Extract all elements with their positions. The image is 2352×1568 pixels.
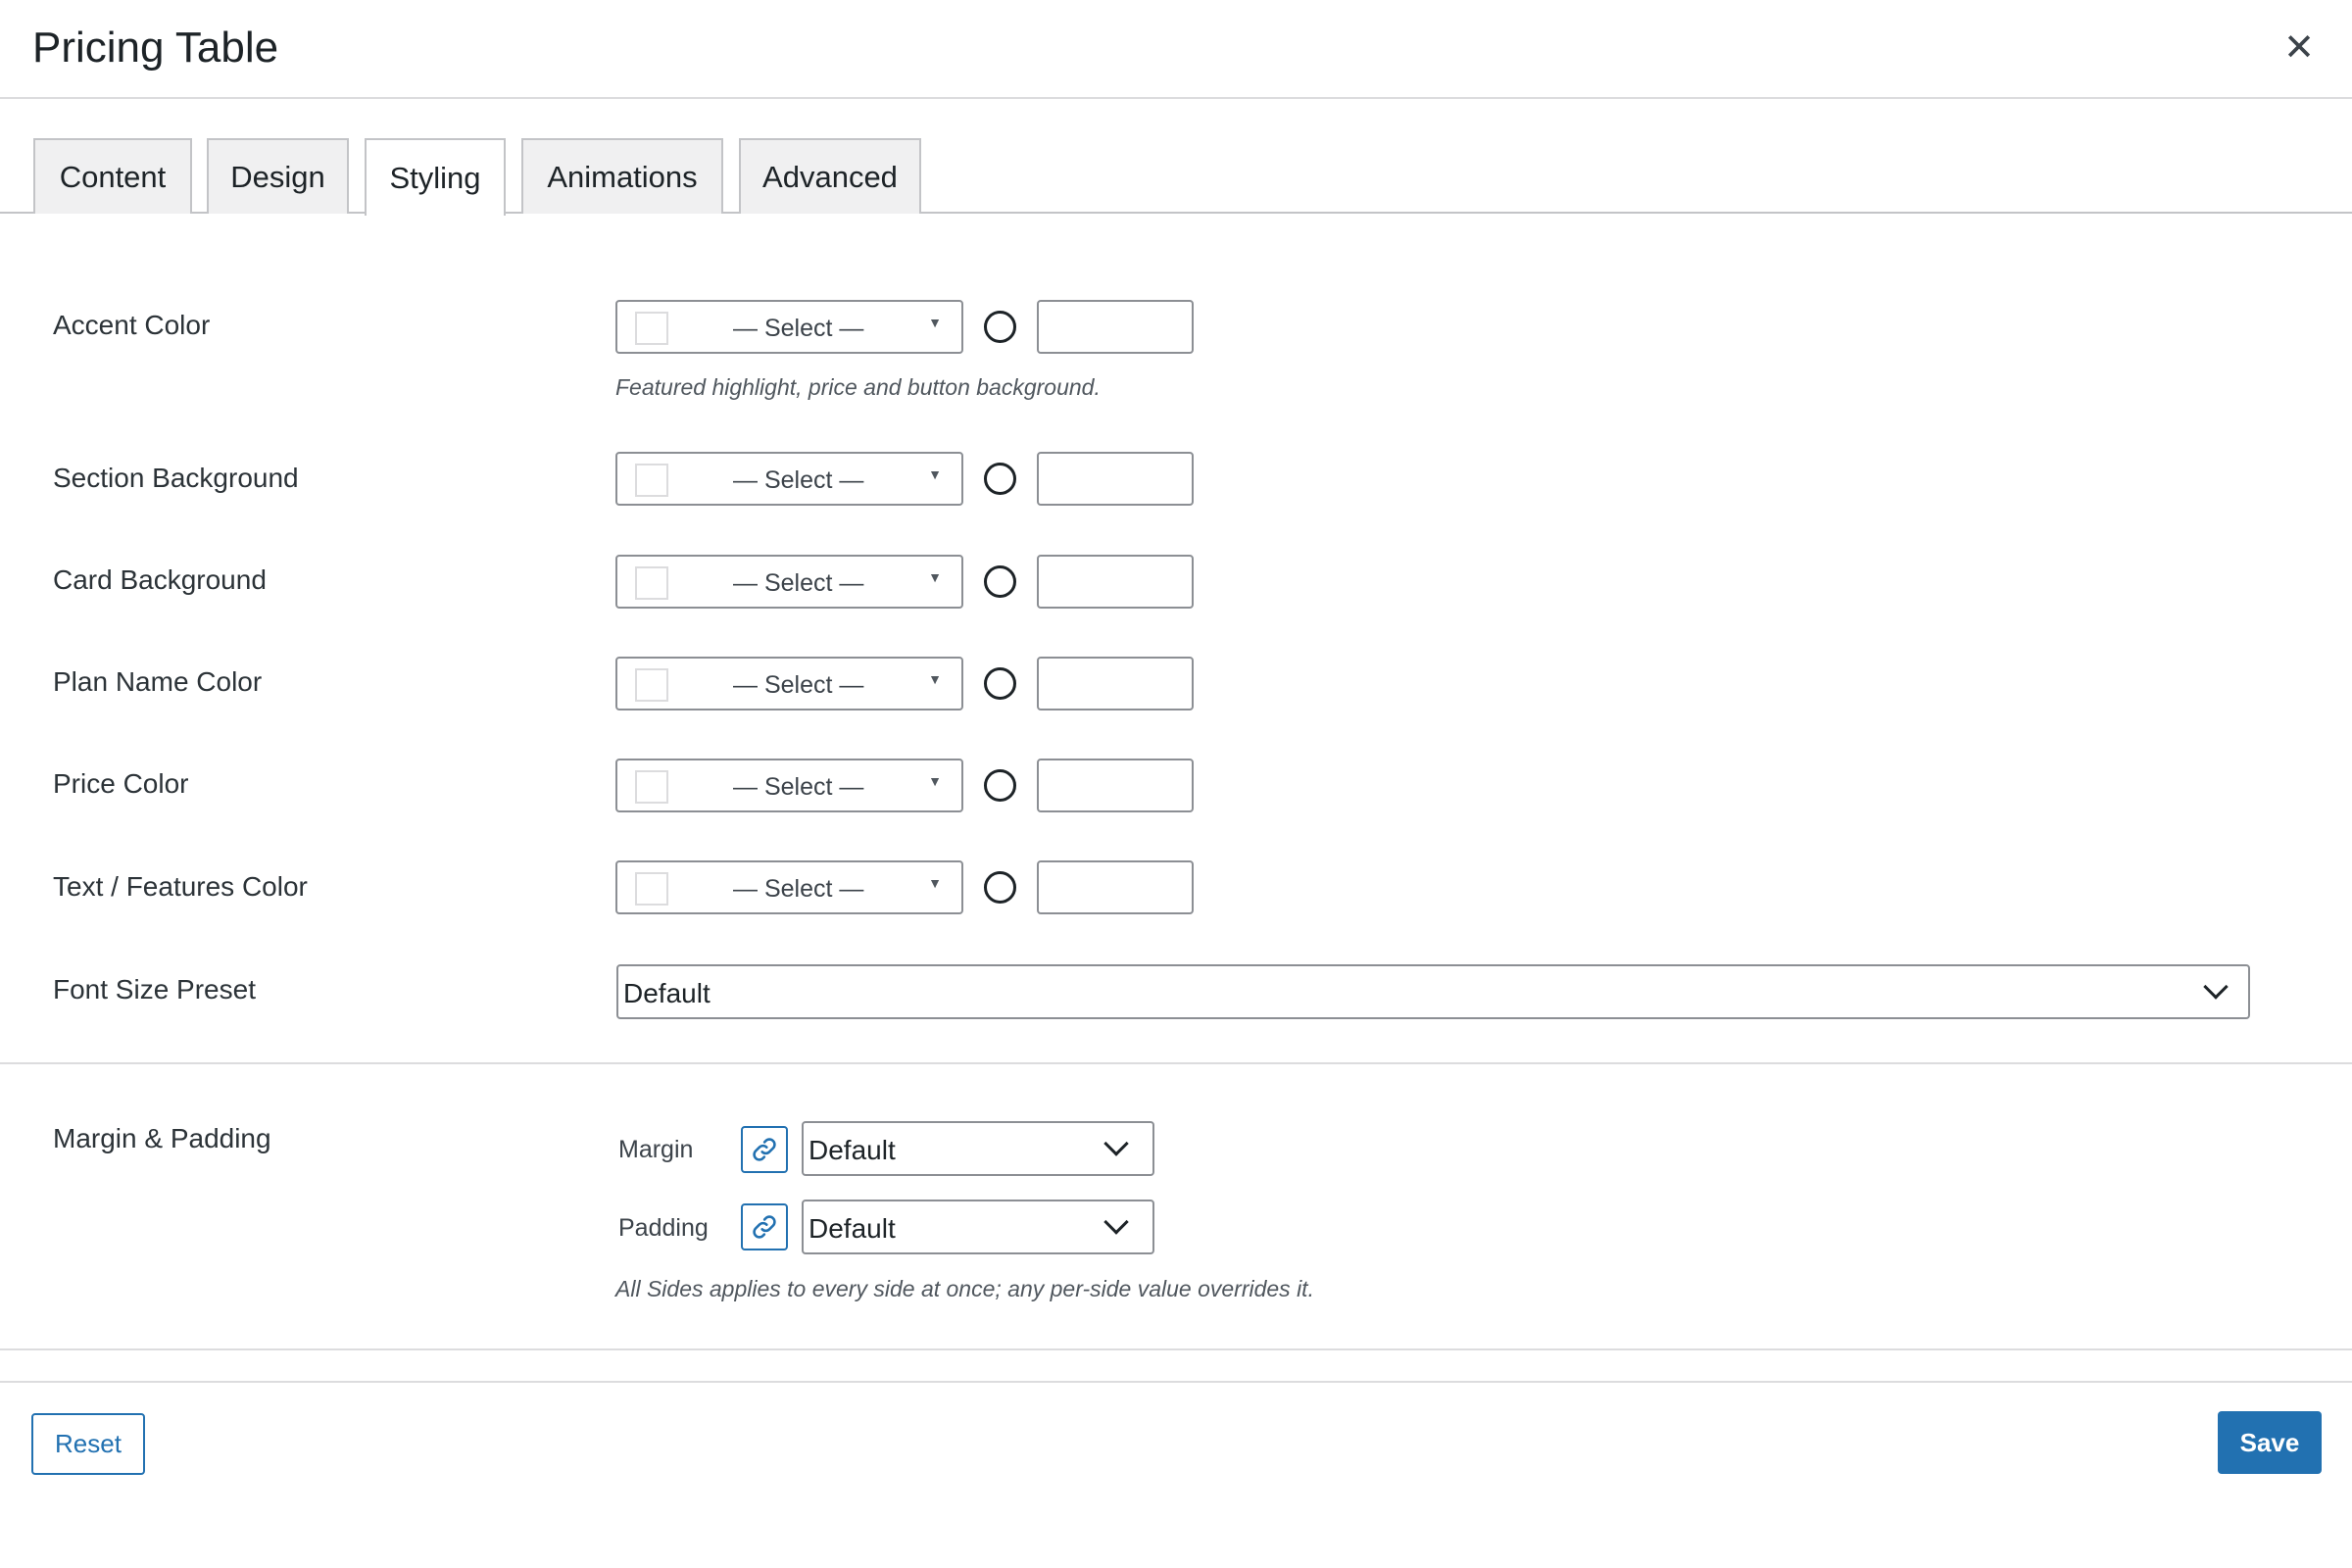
text-features-color-label: Text / Features Color bbox=[53, 871, 308, 902]
margin-link-button[interactable] bbox=[741, 1126, 788, 1173]
font-size-preset-label: Font Size Preset bbox=[53, 974, 256, 1004]
section-background-label: Section Background bbox=[53, 463, 299, 493]
caret-down-icon: ▼ bbox=[928, 671, 942, 687]
select-placeholder: — Select — bbox=[733, 875, 864, 903]
accent-color-hex-input[interactable] bbox=[1037, 300, 1194, 354]
select-placeholder: — Select — bbox=[733, 466, 864, 494]
font-size-preset-select[interactable]: Default bbox=[616, 964, 2250, 1019]
margin-padding-label: Margin & Padding bbox=[53, 1123, 271, 1153]
caret-down-icon: ▼ bbox=[928, 773, 942, 789]
tab-animations[interactable]: Animations bbox=[521, 138, 723, 214]
accent-color-label: Accent Color bbox=[53, 310, 211, 340]
caret-down-icon: ▼ bbox=[928, 315, 942, 330]
color-swatch bbox=[635, 668, 668, 702]
tab-bar: Content Design Styling Animations Advanc… bbox=[0, 138, 2352, 216]
reset-button[interactable]: Reset bbox=[31, 1413, 145, 1475]
caret-down-icon: ▼ bbox=[928, 569, 942, 585]
price-color-label: Price Color bbox=[53, 768, 189, 799]
link-icon bbox=[753, 1215, 776, 1239]
select-value: Default bbox=[623, 978, 710, 1008]
padding-label: Padding bbox=[618, 1214, 709, 1242]
price-color-clear-button[interactable] bbox=[984, 769, 1016, 802]
section-background-select[interactable]: — Select — ▼ bbox=[615, 452, 963, 506]
section-divider bbox=[0, 1348, 2352, 1350]
margin-select[interactable]: Default bbox=[802, 1121, 1154, 1176]
footer-divider bbox=[0, 1381, 2352, 1383]
padding-link-button[interactable] bbox=[741, 1203, 788, 1250]
tab-advanced[interactable]: Advanced bbox=[739, 138, 921, 214]
select-placeholder: — Select — bbox=[733, 671, 864, 699]
chevron-down-icon bbox=[2203, 974, 2229, 1000]
close-button[interactable]: ✕ bbox=[2283, 27, 2315, 69]
color-swatch bbox=[635, 566, 668, 600]
plan-name-color-label: Plan Name Color bbox=[53, 666, 263, 697]
card-background-hex-input[interactable] bbox=[1037, 555, 1194, 609]
plan-name-color-clear-button[interactable] bbox=[984, 667, 1016, 700]
select-value: Default bbox=[808, 1213, 896, 1244]
tab-content[interactable]: Content bbox=[33, 138, 192, 214]
color-swatch bbox=[635, 872, 668, 906]
dialog-title: Pricing Table bbox=[32, 24, 279, 72]
text-features-color-select[interactable]: — Select — ▼ bbox=[615, 860, 963, 914]
color-swatch bbox=[635, 770, 668, 804]
accent-color-description: Featured highlight, price and button bac… bbox=[615, 374, 1101, 400]
accent-color-clear-button[interactable] bbox=[984, 311, 1016, 343]
color-swatch bbox=[635, 312, 668, 345]
card-background-clear-button[interactable] bbox=[984, 565, 1016, 598]
select-value: Default bbox=[808, 1135, 896, 1165]
section-background-clear-button[interactable] bbox=[984, 463, 1016, 495]
select-placeholder: — Select — bbox=[733, 315, 864, 342]
card-background-label: Card Background bbox=[53, 564, 267, 595]
close-icon: ✕ bbox=[2283, 27, 2315, 69]
tab-styling[interactable]: Styling bbox=[365, 138, 506, 216]
caret-down-icon: ▼ bbox=[928, 466, 942, 482]
plan-name-color-select[interactable]: — Select — ▼ bbox=[615, 657, 963, 710]
link-icon bbox=[753, 1138, 776, 1161]
caret-down-icon: ▼ bbox=[928, 875, 942, 891]
accent-color-select[interactable]: — Select — ▼ bbox=[615, 300, 963, 354]
margin-padding-description: All Sides applies to every side at once;… bbox=[615, 1276, 1314, 1301]
tab-design[interactable]: Design bbox=[207, 138, 349, 214]
dialog-header: Pricing Table ✕ bbox=[0, 0, 2352, 99]
text-features-color-hex-input[interactable] bbox=[1037, 860, 1194, 914]
color-swatch bbox=[635, 464, 668, 497]
chevron-down-icon bbox=[1103, 1209, 1129, 1235]
padding-select[interactable]: Default bbox=[802, 1200, 1154, 1254]
margin-label: Margin bbox=[618, 1136, 694, 1163]
section-background-hex-input[interactable] bbox=[1037, 452, 1194, 506]
text-features-color-clear-button[interactable] bbox=[984, 871, 1016, 904]
plan-name-color-hex-input[interactable] bbox=[1037, 657, 1194, 710]
card-background-select[interactable]: — Select — ▼ bbox=[615, 555, 963, 609]
chevron-down-icon bbox=[1103, 1131, 1129, 1156]
price-color-hex-input[interactable] bbox=[1037, 759, 1194, 812]
price-color-select[interactable]: — Select — ▼ bbox=[615, 759, 963, 812]
select-placeholder: — Select — bbox=[733, 569, 864, 597]
section-divider bbox=[0, 1062, 2352, 1064]
pricing-table-dialog: Pricing Table ✕ Content Design Styling A… bbox=[0, 0, 2352, 1568]
save-button[interactable]: Save bbox=[2218, 1411, 2322, 1474]
select-placeholder: — Select — bbox=[733, 773, 864, 801]
